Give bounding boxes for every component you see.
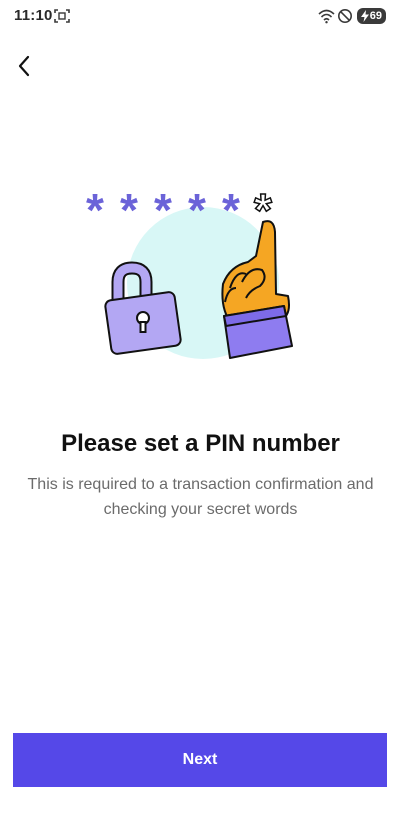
next-button[interactable]: Next <box>13 733 387 787</box>
pin-lock-illustration: * * * * * * <box>80 170 320 370</box>
pin-char: * <box>86 184 104 236</box>
page-title: Please set a PIN number <box>61 430 340 457</box>
battery-level: 69 <box>369 10 382 22</box>
pin-char: * <box>154 184 172 236</box>
pin-char: * <box>222 184 240 236</box>
battery-icon: 69 <box>357 8 386 24</box>
screenshot-icon <box>54 8 70 29</box>
pin-char: * <box>120 184 138 236</box>
status-time: 11:10 <box>14 7 53 24</box>
wifi-icon <box>318 8 335 29</box>
do-not-disturb-icon <box>337 8 353 29</box>
bolt-icon <box>361 10 369 22</box>
back-button[interactable] <box>10 52 38 80</box>
chevron-left-icon <box>18 55 30 77</box>
status-bar: 11:10 69 <box>0 0 401 34</box>
page-subtitle: This is required to a transaction confir… <box>27 476 374 518</box>
pin-char: * <box>188 184 206 236</box>
